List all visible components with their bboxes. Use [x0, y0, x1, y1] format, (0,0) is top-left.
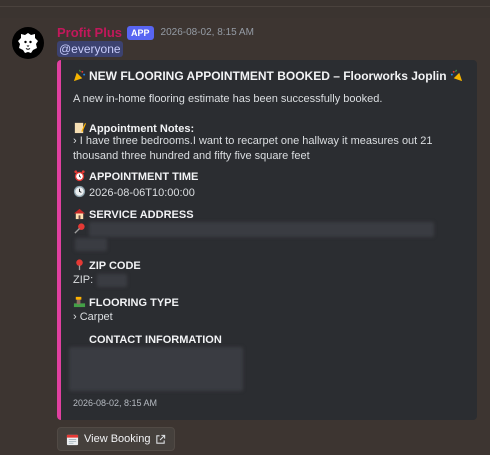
- contact-field-name: CONTACT INFORMATION: [89, 334, 222, 346]
- pushpin-icon: [74, 223, 85, 234]
- message-timestamp[interactable]: 2026-08-02, 8:15 AM: [161, 27, 254, 38]
- flooring-value: › Carpet: [73, 311, 113, 323]
- zip-value: ZIP:: [73, 274, 94, 286]
- avatar[interactable]: [12, 27, 44, 59]
- calendar-icon: [66, 434, 79, 445]
- divider: [0, 6, 490, 7]
- redacted-address-line2: [75, 238, 107, 251]
- notes-value-line2: thousand three hundred and fifty five sq…: [73, 150, 310, 162]
- round-pushpin-icon: [76, 259, 83, 271]
- party-popper-icon: [73, 69, 86, 82]
- embed-card: NEW FLOORING APPOINTMENT BOOKED – Floorw…: [57, 60, 477, 420]
- notes-value-line1: › I have three bedrooms.I want to recarp…: [73, 135, 433, 147]
- notes-field-name: Appointment Notes:: [73, 121, 194, 135]
- redacted-contact: [69, 347, 243, 391]
- embed-description: A new in-home flooring estimate has been…: [73, 93, 383, 105]
- embed-footer-timestamp: 2026-08-02, 8:15 AM: [73, 398, 158, 408]
- app-badge: APP: [127, 25, 154, 40]
- view-booking-label: View Booking: [84, 433, 151, 445]
- external-link-icon: [156, 434, 166, 444]
- redacted-zip: [97, 274, 127, 287]
- everyone-mention[interactable]: @everyone: [57, 41, 123, 57]
- zip-field-name: ZIP CODE: [73, 258, 141, 272]
- party-popper-icon: [450, 69, 462, 82]
- address-value: [73, 222, 89, 236]
- author-name[interactable]: Profit Plus: [57, 25, 122, 40]
- house-icon: [73, 208, 86, 220]
- message-header: Profit Plus APP 2026-08-02, 8:15 AM: [57, 25, 254, 40]
- time-field-name: APPOINTMENT TIME: [73, 169, 198, 183]
- memo-icon: [74, 122, 86, 134]
- lion-avatar-icon: [18, 33, 38, 53]
- time-value: 2026-08-06T10:00:00: [73, 185, 195, 199]
- clock-icon: [73, 185, 86, 198]
- view-booking-button[interactable]: View Booking: [57, 427, 176, 451]
- embed-title: NEW FLOORING APPOINTMENT BOOKED – Floorw…: [73, 69, 463, 83]
- flooring-icon: [73, 296, 86, 308]
- flooring-field-name: FLOORING TYPE: [73, 295, 179, 309]
- alarm-clock-icon: [74, 170, 85, 182]
- address-field-name: SERVICE ADDRESS: [73, 207, 194, 221]
- redacted-address: [89, 222, 434, 237]
